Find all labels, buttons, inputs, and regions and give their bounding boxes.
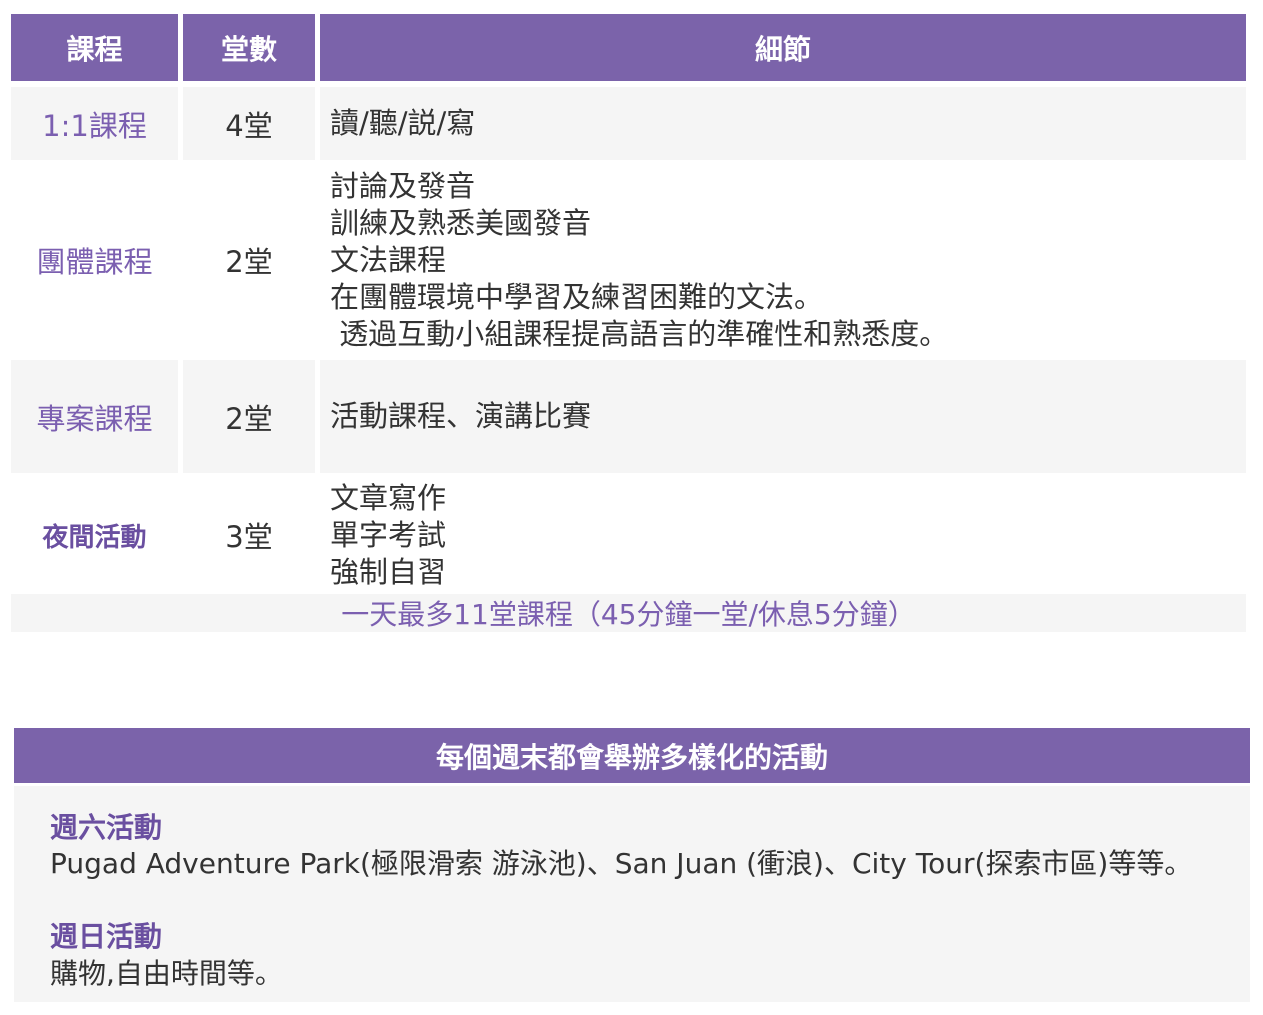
row-2-count: 2堂 — [183, 166, 315, 354]
saturday-title: 週六活動 — [50, 811, 163, 844]
row-2-detail: 討論及發音 訓練及熟悉美國發音 文法課程 在團體環境中學習及練習困難的文法。 透… — [320, 166, 1246, 354]
row-4-course-label: 夜間活動 — [42, 522, 147, 553]
header-count-label: 堂數 — [220, 32, 277, 66]
row-3-count-label: 2堂 — [225, 401, 273, 436]
row-3-detail-line-1: 活動課程、演講比賽 — [330, 399, 592, 433]
row-4-course: 夜間活動 — [11, 478, 178, 592]
header-detail-label: 細節 — [754, 32, 811, 66]
weekend-header-label: 每個週末都會舉辦多樣化的活動 — [435, 740, 828, 774]
row-1-count-label: 4堂 — [225, 108, 273, 143]
row-2-course-label: 團體課程 — [36, 245, 153, 279]
row-4-detail: 文章寫作 單字考試 強制自習 — [320, 478, 1246, 592]
row-2-detail-line-2: 訓練及熟悉美國發音 — [330, 205, 592, 240]
header-detail: 細節 — [320, 14, 1246, 81]
row-4-detail-line-2: 單字考試 — [330, 517, 447, 552]
schedule-note-text: 一天最多11堂課程（45分鐘一堂/休息5分鐘） — [341, 598, 916, 631]
row-1-detail-line-1: 讀/聽/説/寫 — [330, 106, 476, 140]
row-4-detail-line-1: 文章寫作 — [330, 480, 447, 515]
weekend-activities-box: 週六活動 Pugad Adventure Park(極限滑索 游泳池)、San … — [14, 786, 1250, 1002]
row-3-course: 專案課程 — [11, 360, 178, 473]
row-3-course-label: 專案課程 — [36, 401, 153, 436]
header-count: 堂數 — [183, 14, 315, 81]
row-2-detail-line-5: 透過互動小組課程提高語言的準確性和熟悉度。 — [330, 316, 949, 351]
row-4-detail-line-3: 強制自習 — [330, 554, 447, 589]
row-1-course: 1:1課程 — [11, 87, 178, 160]
row-3-count: 2堂 — [183, 360, 315, 473]
weekend-header: 每個週末都會舉辦多樣化的活動 — [14, 728, 1250, 783]
header-course-label: 課程 — [66, 32, 123, 66]
schedule-note: 一天最多11堂課程（45分鐘一堂/休息5分鐘） — [11, 594, 1246, 632]
row-2-detail-line-3: 文法課程 — [330, 242, 447, 277]
saturday-text: Pugad Adventure Park(極限滑索 游泳池)、San Juan … — [50, 847, 1193, 880]
row-2-count-label: 2堂 — [225, 245, 273, 279]
row-4-count-label: 3堂 — [225, 520, 273, 554]
sunday-title: 週日活動 — [50, 920, 163, 953]
row-4-count: 3堂 — [183, 478, 315, 592]
row-1-course-label: 1:1課程 — [42, 108, 147, 143]
sunday-text: 購物,自由時間等。 — [50, 957, 283, 990]
row-3-detail: 活動課程、演講比賽 — [320, 360, 1246, 473]
row-2-detail-line-1: 討論及發音 — [330, 168, 476, 203]
row-1-count: 4堂 — [183, 87, 315, 160]
row-1-detail: 讀/聽/説/寫 — [320, 87, 1246, 160]
header-course: 課程 — [11, 14, 178, 81]
row-2-detail-line-4: 在團體環境中學習及練習困難的文法。 — [330, 279, 824, 314]
row-2-course: 團體課程 — [11, 166, 178, 354]
